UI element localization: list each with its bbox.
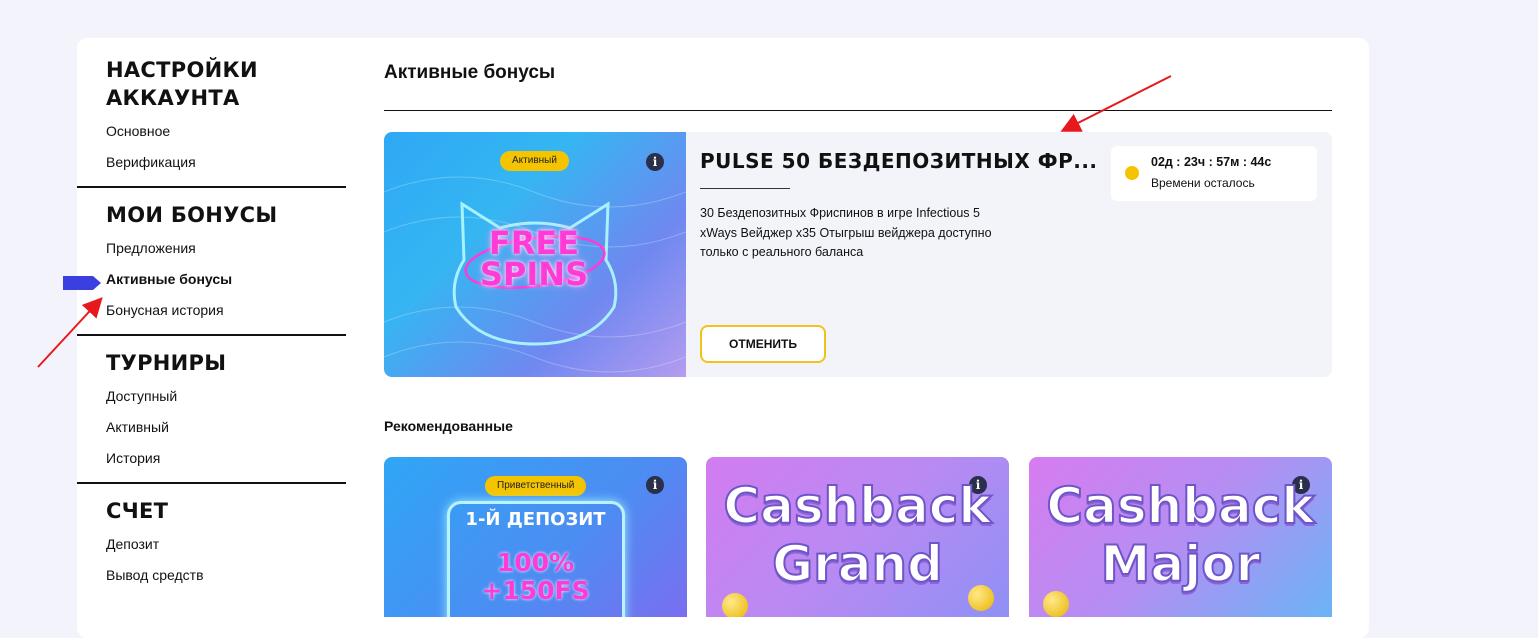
coin-icon [722,593,748,617]
sidebar-item-general[interactable]: Основное [106,116,347,147]
sidebar-item-available[interactable]: Доступный [106,381,347,412]
recommended-card-cashback-grand[interactable]: i Cashback Grand [706,457,1009,617]
info-icon[interactable]: i [646,476,664,494]
coin-icon [1043,591,1069,617]
page-title: Активные бонусы [384,62,556,83]
sidebar-item-verification[interactable]: Верификация [106,147,347,178]
sidebar-item-history[interactable]: История [106,443,347,474]
timer-box: 02д : 23ч : 57м : 44с Времени осталось [1111,146,1317,201]
timer-label: Времени осталось [1151,176,1255,190]
bonus-name: PULSE 50 БЕЗДЕПОЗИТНЫХ ФР... [700,149,1098,173]
deposit-offer: 100% +150FS [384,549,687,605]
coin-icon [968,585,994,611]
sidebar-item-bonus-history[interactable]: Бонусная история [106,295,347,326]
name-divider [700,188,790,189]
section-title-account: СЧЕТ [106,499,169,523]
sidebar-item-offers[interactable]: Предложения [106,233,347,264]
bonus-description: 30 Бездепозитных Фриспинов в игре Infect… [700,206,992,259]
active-bonus-card: Активный i FREE SPINS PULSE 50 БЕЗДЕПОЗИ… [384,132,1332,377]
cashback-line-2: Major [1100,534,1262,594]
deposit-title: 1-Й ДЕПОЗИТ [465,509,606,530]
recommended-card-deposit[interactable]: Приветственный i 1-Й ДЕПОЗИТ 100% +150FS [384,457,687,617]
sidebar: НАСТРОЙКИ АККАУНТА Основное Верификация … [63,38,347,591]
banner-line-2: SPINS [479,255,589,293]
cashback-line-1: Cashback [722,476,992,536]
cashback-grand-title: Cashback Grand [706,476,1009,594]
sidebar-item-active-bonuses[interactable]: Активные бонусы [106,264,347,295]
account-panel: НАСТРОЙКИ АККАУНТА Основное Верификация … [63,38,1369,638]
cashback-line-2: Grand [771,534,944,594]
title-divider [384,110,1332,111]
section-title-my-bonuses: МОИ БОНУСЫ [106,203,278,227]
recommended-card-cashback-major[interactable]: i Cashback Major [1029,457,1332,617]
bonus-banner: Активный i FREE SPINS [384,132,686,377]
sidebar-item-withdrawal[interactable]: Вывод средств [106,560,347,591]
welcome-badge: Приветственный [485,476,587,496]
deposit-percent: 100% [496,548,575,577]
section-title-account-settings: НАСТРОЙКИ АККАУНТА [106,58,258,110]
cashback-line-1: Cashback [1045,476,1315,536]
clock-icon [1125,166,1139,180]
deposit-freespins: +150FS [481,576,590,605]
banner-title: FREE SPINS [469,227,599,293]
section-title-tournaments: ТУРНИРЫ [106,351,227,375]
recommended-title: Рекомендованные [384,418,513,434]
cancel-button[interactable]: ОТМЕНИТЬ [700,325,826,363]
active-item-marker-icon [63,276,101,290]
sidebar-item-active[interactable]: Активный [106,412,347,443]
sidebar-item-deposit[interactable]: Депозит [106,529,347,560]
cashback-major-title: Cashback Major [1029,476,1332,594]
timer-value: 02д : 23ч : 57м : 44с [1151,155,1272,169]
